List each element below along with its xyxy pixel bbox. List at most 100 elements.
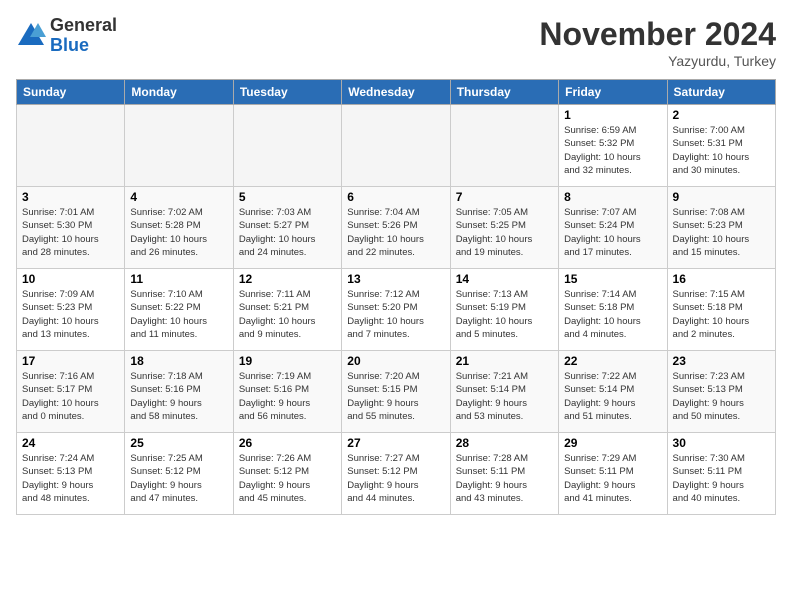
calendar-cell: 8Sunrise: 7:07 AMSunset: 5:24 PMDaylight… [559, 187, 667, 269]
calendar-cell: 28 Sunrise: 7:28 AMSunset: 5:11 PMDayligh… [450, 433, 558, 515]
calendar-week-row: 3 Sunrise: 7:01 AMSunset: 5:30 PMDaylight… [17, 187, 776, 269]
day-number: 14 [456, 272, 553, 286]
calendar-cell: 18 Sunrise: 7:18 AMSunset: 5:16 PMDayligh… [125, 351, 233, 433]
calendar-cell: 19 Sunrise: 7:19 AMSunset: 5:16 PMDayligh… [233, 351, 341, 433]
day-number: 17 [22, 354, 119, 368]
calendar-cell: 15 Sunrise: 7:14 AMSunset: 5:18 PMDayligh… [559, 269, 667, 351]
day-number: 3 [22, 190, 119, 204]
day-info: Sunrise: 7:24 AMSunset: 5:13 PMDaylight:… [22, 452, 119, 505]
day-info: Sunrise: 7:13 AMSunset: 5:19 PMDaylight:… [456, 288, 553, 341]
calendar-cell [17, 105, 125, 187]
calendar-cell: 1 Sunrise: 6:59 AMSunset: 5:32 PMDaylight… [559, 105, 667, 187]
calendar-cell: 27 Sunrise: 7:27 AMSunset: 5:12 PMDayligh… [342, 433, 450, 515]
calendar-cell: 24 Sunrise: 7:24 AMSunset: 5:13 PMDayligh… [17, 433, 125, 515]
day-header: Wednesday [342, 80, 450, 105]
day-info: Sunrise: 7:23 AMSunset: 5:13 PMDaylight:… [673, 370, 770, 423]
day-header: Sunday [17, 80, 125, 105]
calendar-cell: 21Sunrise: 7:21 AMSunset: 5:14 PMDayligh… [450, 351, 558, 433]
calendar-cell: 30Sunrise: 7:30 AMSunset: 5:11 PMDayligh… [667, 433, 775, 515]
calendar: SundayMondayTuesdayWednesdayThursdayFrid… [16, 79, 776, 515]
calendar-cell [125, 105, 233, 187]
day-number: 7 [456, 190, 553, 204]
day-number: 15 [564, 272, 661, 286]
logo-icon [16, 21, 46, 51]
day-info: Sunrise: 7:04 AMSunset: 5:26 PMDaylight:… [347, 206, 444, 259]
calendar-cell: 10 Sunrise: 7:09 AMSunset: 5:23 PMDayligh… [17, 269, 125, 351]
day-number: 5 [239, 190, 336, 204]
calendar-cell: 2Sunrise: 7:00 AMSunset: 5:31 PMDaylight… [667, 105, 775, 187]
day-number: 8 [564, 190, 661, 204]
calendar-week-row: 17 Sunrise: 7:16 AMSunset: 5:17 PMDayligh… [17, 351, 776, 433]
day-number: 25 [130, 436, 227, 450]
logo-text: General Blue [50, 16, 117, 56]
logo-blue: Blue [50, 36, 117, 56]
day-header: Friday [559, 80, 667, 105]
calendar-cell: 12 Sunrise: 7:11 AMSunset: 5:21 PMDayligh… [233, 269, 341, 351]
location: Yazyurdu, Turkey [539, 53, 776, 69]
day-info: Sunrise: 7:25 AMSunset: 5:12 PMDaylight:… [130, 452, 227, 505]
day-number: 24 [22, 436, 119, 450]
day-number: 4 [130, 190, 227, 204]
calendar-cell: 7 Sunrise: 7:05 AMSunset: 5:25 PMDaylight… [450, 187, 558, 269]
calendar-cell: 29Sunrise: 7:29 AMSunset: 5:11 PMDayligh… [559, 433, 667, 515]
day-number: 23 [673, 354, 770, 368]
day-info: Sunrise: 7:12 AMSunset: 5:20 PMDaylight:… [347, 288, 444, 341]
day-info: Sunrise: 7:01 AMSunset: 5:30 PMDaylight:… [22, 206, 119, 259]
day-info: Sunrise: 7:10 AMSunset: 5:22 PMDaylight:… [130, 288, 227, 341]
calendar-cell: 6 Sunrise: 7:04 AMSunset: 5:26 PMDaylight… [342, 187, 450, 269]
day-number: 19 [239, 354, 336, 368]
page: General Blue November 2024 Yazyurdu, Tur… [0, 0, 792, 612]
day-info: Sunrise: 6:59 AMSunset: 5:32 PMDaylight:… [564, 124, 661, 177]
day-number: 13 [347, 272, 444, 286]
calendar-week-row: 10 Sunrise: 7:09 AMSunset: 5:23 PMDayligh… [17, 269, 776, 351]
calendar-cell: 16 Sunrise: 7:15 AMSunset: 5:18 PMDayligh… [667, 269, 775, 351]
day-info: Sunrise: 7:15 AMSunset: 5:18 PMDaylight:… [673, 288, 770, 341]
calendar-cell: 23 Sunrise: 7:23 AMSunset: 5:13 PMDayligh… [667, 351, 775, 433]
title-section: November 2024 Yazyurdu, Turkey [539, 16, 776, 69]
day-header: Monday [125, 80, 233, 105]
day-info: Sunrise: 7:05 AMSunset: 5:25 PMDaylight:… [456, 206, 553, 259]
day-info: Sunrise: 7:29 AMSunset: 5:11 PMDaylight:… [564, 452, 661, 505]
day-info: Sunrise: 7:18 AMSunset: 5:16 PMDaylight:… [130, 370, 227, 423]
day-info: Sunrise: 7:20 AMSunset: 5:15 PMDaylight:… [347, 370, 444, 423]
calendar-cell: 17 Sunrise: 7:16 AMSunset: 5:17 PMDayligh… [17, 351, 125, 433]
day-number: 12 [239, 272, 336, 286]
logo-general: General [50, 16, 117, 36]
day-info: Sunrise: 7:03 AMSunset: 5:27 PMDaylight:… [239, 206, 336, 259]
calendar-cell: 13 Sunrise: 7:12 AMSunset: 5:20 PMDayligh… [342, 269, 450, 351]
calendar-cell: 22 Sunrise: 7:22 AMSunset: 5:14 PMDayligh… [559, 351, 667, 433]
day-info: Sunrise: 7:11 AMSunset: 5:21 PMDaylight:… [239, 288, 336, 341]
calendar-header-row: SundayMondayTuesdayWednesdayThursdayFrid… [17, 80, 776, 105]
day-header: Saturday [667, 80, 775, 105]
calendar-cell: 25 Sunrise: 7:25 AMSunset: 5:12 PMDayligh… [125, 433, 233, 515]
day-info: Sunrise: 7:28 AMSunset: 5:11 PMDaylight:… [456, 452, 553, 505]
day-info: Sunrise: 7:19 AMSunset: 5:16 PMDaylight:… [239, 370, 336, 423]
calendar-cell: 3 Sunrise: 7:01 AMSunset: 5:30 PMDaylight… [17, 187, 125, 269]
logo: General Blue [16, 16, 117, 56]
day-info: Sunrise: 7:08 AMSunset: 5:23 PMDaylight:… [673, 206, 770, 259]
day-number: 26 [239, 436, 336, 450]
day-number: 1 [564, 108, 661, 122]
calendar-week-row: 1 Sunrise: 6:59 AMSunset: 5:32 PMDaylight… [17, 105, 776, 187]
day-info: Sunrise: 7:14 AMSunset: 5:18 PMDaylight:… [564, 288, 661, 341]
day-header: Tuesday [233, 80, 341, 105]
day-info: Sunrise: 7:30 AMSunset: 5:11 PMDaylight:… [673, 452, 770, 505]
day-info: Sunrise: 7:09 AMSunset: 5:23 PMDaylight:… [22, 288, 119, 341]
day-info: Sunrise: 7:27 AMSunset: 5:12 PMDaylight:… [347, 452, 444, 505]
day-number: 18 [130, 354, 227, 368]
day-number: 28 [456, 436, 553, 450]
day-number: 22 [564, 354, 661, 368]
day-number: 27 [347, 436, 444, 450]
month-title: November 2024 [539, 16, 776, 53]
day-number: 16 [673, 272, 770, 286]
day-number: 10 [22, 272, 119, 286]
calendar-cell [450, 105, 558, 187]
day-number: 9 [673, 190, 770, 204]
calendar-cell: 9 Sunrise: 7:08 AMSunset: 5:23 PMDaylight… [667, 187, 775, 269]
day-info: Sunrise: 7:16 AMSunset: 5:17 PMDaylight:… [22, 370, 119, 423]
calendar-week-row: 24 Sunrise: 7:24 AMSunset: 5:13 PMDayligh… [17, 433, 776, 515]
calendar-cell: 20Sunrise: 7:20 AMSunset: 5:15 PMDayligh… [342, 351, 450, 433]
day-info: Sunrise: 7:22 AMSunset: 5:14 PMDaylight:… [564, 370, 661, 423]
day-number: 6 [347, 190, 444, 204]
calendar-cell: 26Sunrise: 7:26 AMSunset: 5:12 PMDayligh… [233, 433, 341, 515]
